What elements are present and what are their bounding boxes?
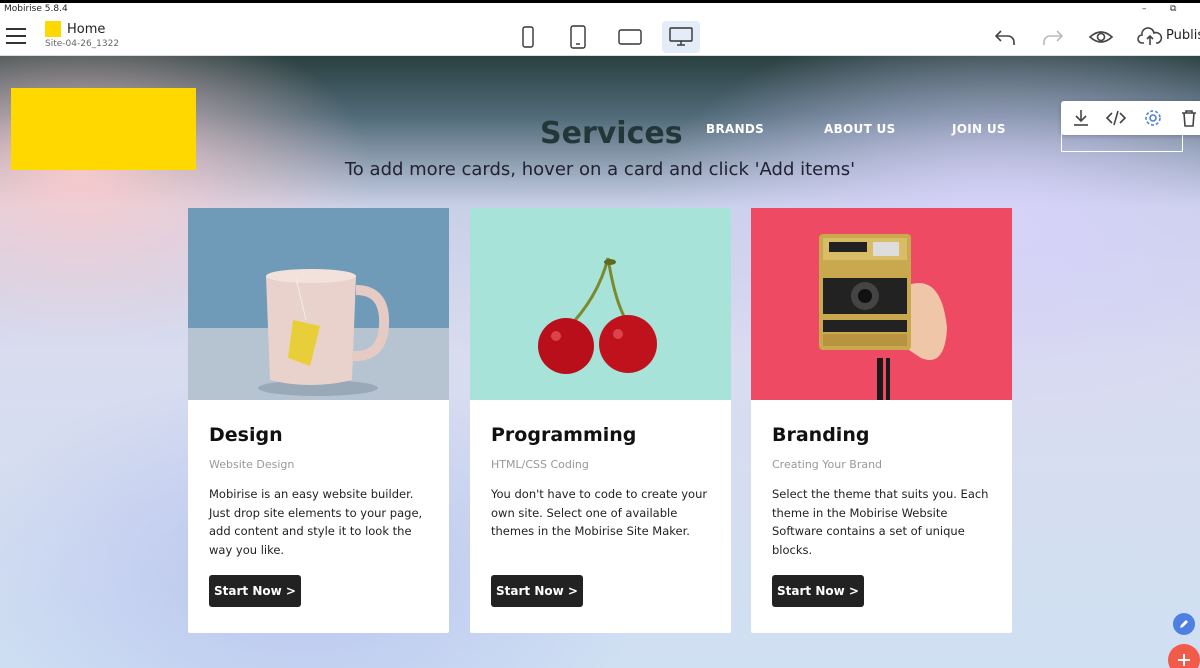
card-description: Select the theme that suits you. Each th… [772,487,989,557]
start-now-button[interactable]: Start Now > [491,575,583,607]
minimize-icon[interactable]: – [1142,4,1147,14]
card-image-cherries [470,208,731,400]
card-title: Programming [491,424,637,446]
nav-link-about-us[interactable]: ABOUT US [824,122,896,136]
tablet-icon[interactable] [611,21,649,53]
undo-icon[interactable] [993,26,1017,48]
card-image-mug [188,208,449,400]
cloud-upload-icon[interactable] [1137,26,1163,48]
redo-icon[interactable] [1041,26,1065,48]
logo-placeholder[interactable] [11,88,196,170]
phone-large-icon[interactable] [559,21,597,53]
page-canvas: Services BRANDS ABOUT US JOIN US To add … [0,56,1200,668]
window-titlebar: Mobirise 5.8.4 – ⧉ [0,0,1200,18]
card-title: Branding [772,424,870,446]
preview-eye-icon[interactable] [1088,26,1114,48]
gear-icon[interactable] [1142,108,1164,128]
card-description: Mobirise is an easy website builder. Jus… [209,487,423,557]
add-block-button[interactable] [1168,644,1200,668]
card-design[interactable]: Design Website Design Mobirise is an eas… [188,208,449,633]
nav-link-join-us[interactable]: JOIN US [952,122,1006,136]
card-title: Design [209,424,283,446]
site-color-square [45,21,61,37]
desktop-icon[interactable] [662,21,700,53]
start-now-button[interactable]: Start Now > [772,575,864,607]
card-description: You don't have to code to create your ow… [491,487,708,538]
editor-toolbar: Home Site-04-26_1322 Publis [0,18,1200,56]
card-subtitle: Creating Your Brand [772,458,883,471]
card-subtitle: Website Design [209,458,295,471]
card-programming[interactable]: Programming HTML/CSS Coding You don't ha… [470,208,731,633]
site-name[interactable]: Home [67,22,105,37]
restore-icon[interactable]: ⧉ [1170,4,1176,14]
card-branding[interactable]: Branding Creating Your Brand Select the … [751,208,1012,633]
publish-button[interactable]: Publis [1166,28,1200,43]
hamburger-icon[interactable] [6,28,26,44]
section-subtitle: To add more cards, hover on a card and c… [344,159,856,180]
trash-icon[interactable] [1178,108,1200,128]
nav-link-brands[interactable]: BRANDS [706,122,764,136]
card-image-camera [751,208,1012,400]
services-title: Services [540,116,683,151]
download-icon[interactable] [1070,108,1092,128]
code-icon[interactable] [1105,108,1127,128]
phone-icon[interactable] [509,21,547,53]
block-tools-panel [1061,101,1200,135]
start-now-button[interactable]: Start Now > [209,575,301,607]
site-id: Site-04-26_1322 [45,39,120,49]
window-title: Mobirise 5.8.4 [4,4,68,14]
card-subtitle: HTML/CSS Coding [491,458,589,471]
edit-pencil-icon[interactable] [1173,613,1195,635]
